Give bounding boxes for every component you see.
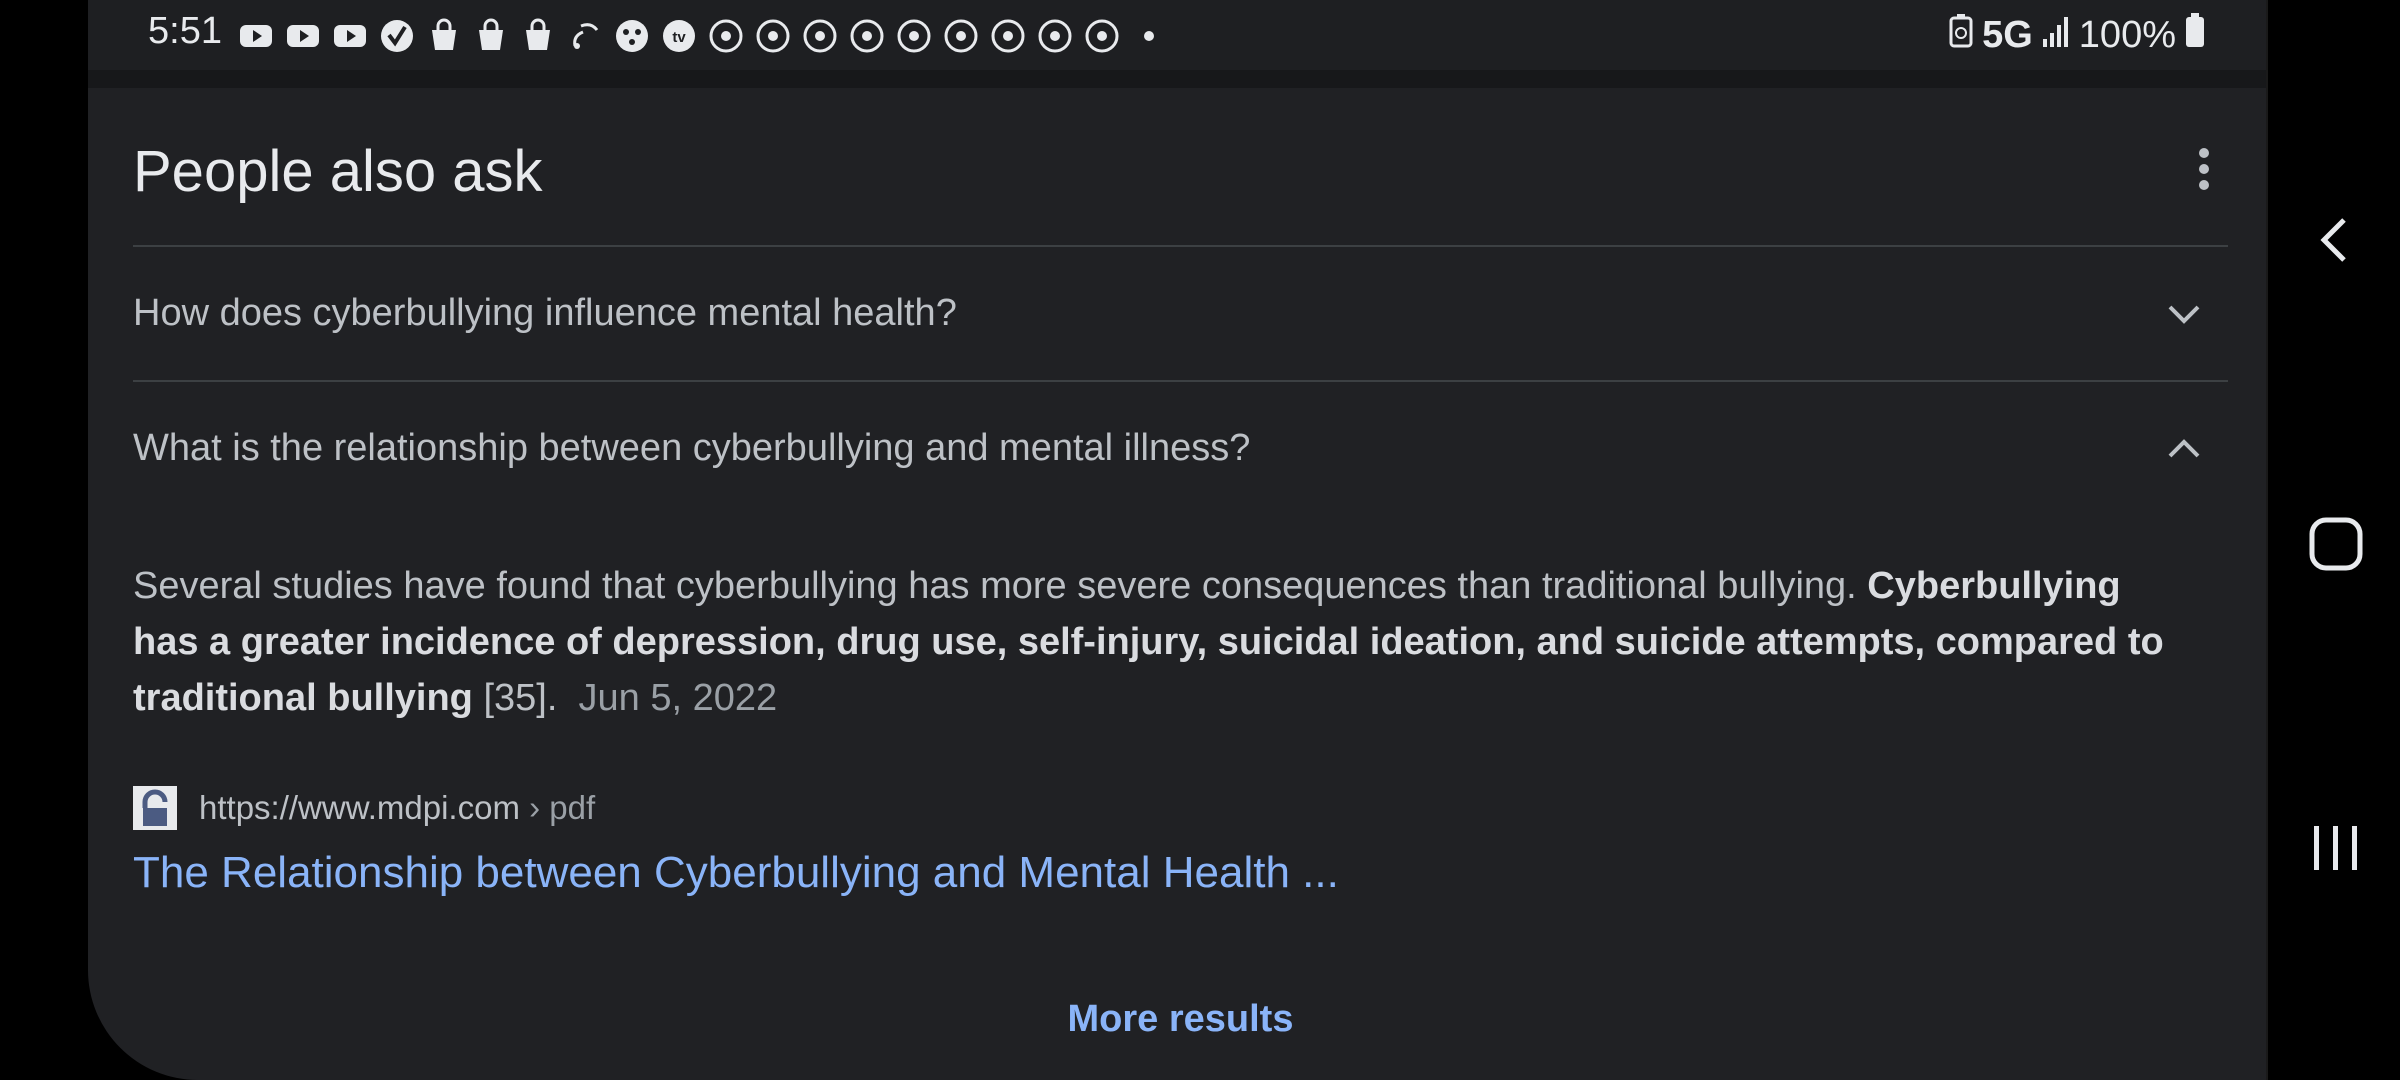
question-text: What is the relationship between cyberbu… (133, 426, 1251, 469)
more-dot-icon (1129, 16, 1168, 55)
battery-percent: 100% (2078, 13, 2176, 56)
shopping-bag-icon (518, 16, 557, 55)
answer-text: Several studies have found that cyberbul… (133, 565, 1857, 607)
chrome-icon (753, 16, 792, 55)
status-bar: 5:51 tv 5G 100% (88, 0, 2266, 70)
answer-date: Jun 5, 2022 (578, 677, 778, 719)
site-favicon-icon (133, 786, 177, 830)
check-app-icon (377, 16, 416, 55)
source-url: https://www.mdpi.com › pdf (199, 789, 596, 826)
more-options-icon[interactable] (2194, 148, 2214, 192)
battery-saver-icon (1948, 12, 1974, 58)
divider (133, 245, 2228, 247)
battery-icon (2184, 12, 2206, 58)
chrome-icon (706, 16, 745, 55)
chrome-icon (1082, 16, 1121, 55)
network-type: 5G (1982, 13, 2033, 56)
youtube-icon (330, 16, 369, 55)
chrome-icon (894, 16, 933, 55)
chrome-icon (941, 16, 980, 55)
chrome-icon (988, 16, 1027, 55)
result-title-link[interactable]: The Relationship between Cyberbullying a… (133, 848, 1339, 898)
navigation-bar (2266, 0, 2400, 1080)
youtube-icon (283, 16, 322, 55)
chrome-icon (847, 16, 886, 55)
question-row-1[interactable]: How does cyberbullying influence mental … (133, 248, 2228, 378)
question-text: How does cyberbullying influence mental … (133, 291, 957, 334)
game-icon (612, 16, 651, 55)
svg-text:tv: tv (672, 29, 686, 46)
answer-reference: [35]. (483, 677, 558, 719)
status-right: 5G 100% (1948, 12, 2206, 58)
chrome-icon (1035, 16, 1074, 55)
youtube-icon (236, 16, 275, 55)
browser-screen: 5:51 tv 5G 100% People also ask How does… (88, 0, 2266, 1080)
back-icon[interactable] (2308, 212, 2364, 268)
status-time: 5:51 (148, 10, 222, 52)
chevron-down-icon (2168, 305, 2200, 324)
toolbar-separator (88, 70, 2266, 88)
notification-icons: tv (236, 16, 1168, 55)
wifi-call-icon (565, 16, 604, 55)
divider (133, 380, 2228, 382)
chevron-up-icon (2168, 439, 2200, 458)
section-title: People also ask (133, 139, 543, 204)
more-results-button[interactable]: More results (133, 998, 2228, 1041)
signal-icon (2041, 14, 2071, 57)
source-row[interactable]: https://www.mdpi.com › pdf (133, 786, 595, 830)
tv-icon: tv (659, 16, 698, 55)
shopping-bag-icon (424, 16, 463, 55)
shopping-bag-icon (471, 16, 510, 55)
question-row-2[interactable]: What is the relationship between cyberbu… (133, 383, 2228, 513)
home-icon[interactable] (2308, 516, 2364, 572)
chrome-icon (800, 16, 839, 55)
answer-snippet: Several studies have found that cyberbul… (133, 558, 2178, 726)
recents-icon[interactable] (2308, 820, 2364, 876)
